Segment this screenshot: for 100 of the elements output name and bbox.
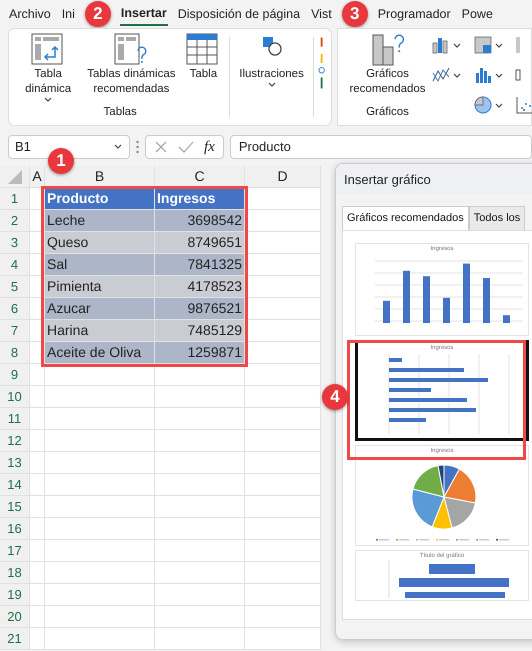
sheet-cell[interactable]	[30, 386, 45, 408]
formula-field[interactable]: Producto	[230, 135, 532, 159]
row-header[interactable]: 12	[0, 430, 30, 452]
row-header[interactable]: 21	[0, 628, 30, 650]
column-header[interactable]: A	[30, 166, 45, 188]
row-header[interactable]: 20	[0, 606, 30, 628]
row-header[interactable]: 7	[0, 320, 30, 342]
sheet-cell[interactable]	[245, 188, 321, 210]
sheet-cell[interactable]	[30, 408, 45, 430]
sheet-cell[interactable]	[30, 606, 45, 628]
row-header[interactable]: 6	[0, 298, 30, 320]
histogram-chart-button[interactable]	[473, 65, 503, 85]
treemap-chart-button[interactable]	[473, 35, 503, 55]
sheet-cell[interactable]	[30, 474, 45, 496]
column-chart-button[interactable]	[431, 35, 461, 55]
sheet-cell[interactable]	[155, 540, 245, 562]
ribbon-tab[interactable]: Programador	[376, 2, 452, 26]
row-header[interactable]: 16	[0, 518, 30, 540]
sheet-cell[interactable]	[45, 496, 155, 518]
sheet-cell[interactable]	[30, 364, 45, 386]
sheet-cell[interactable]	[155, 518, 245, 540]
sheet-cell[interactable]	[155, 628, 245, 650]
sheet-cell[interactable]	[30, 540, 45, 562]
sheet-cell[interactable]	[155, 364, 245, 386]
sheet-cell[interactable]	[245, 474, 321, 496]
sheet-cell[interactable]	[245, 254, 321, 276]
sheet-cell[interactable]	[30, 496, 45, 518]
ribbon-tab[interactable]: Disposición de página	[176, 2, 302, 26]
dialog-tab[interactable]: Todos los	[468, 206, 526, 230]
sheet-cell[interactable]	[245, 606, 321, 628]
cancel-icon[interactable]	[154, 140, 168, 154]
column-header[interactable]: D	[245, 166, 321, 188]
sheet-cell[interactable]	[245, 408, 321, 430]
row-header[interactable]: 18	[0, 562, 30, 584]
sheet-cell[interactable]	[245, 342, 321, 364]
sheet-cell[interactable]	[245, 496, 321, 518]
row-header[interactable]: 4	[0, 254, 30, 276]
sheet-cell[interactable]	[155, 408, 245, 430]
sheet-cell[interactable]	[245, 320, 321, 342]
sheet-cell[interactable]	[45, 562, 155, 584]
check-icon[interactable]	[178, 140, 194, 154]
sheet-cell[interactable]	[45, 386, 155, 408]
sheet-cell[interactable]	[45, 518, 155, 540]
ribbon-tab[interactable]: Insertar	[120, 2, 168, 26]
sheet-cell[interactable]	[245, 628, 321, 650]
row-header[interactable]: 11	[0, 408, 30, 430]
sheet-cell[interactable]	[155, 386, 245, 408]
row-header[interactable]: 14	[0, 474, 30, 496]
sheet-cell[interactable]	[245, 518, 321, 540]
sheet-cell[interactable]	[245, 298, 321, 320]
sheet-cell[interactable]	[245, 276, 321, 298]
ribbon-button[interactable]: Ilustraciones	[238, 33, 305, 88]
insert-function-button[interactable]: fx	[204, 136, 215, 158]
sheet-cell[interactable]	[245, 452, 321, 474]
sheet-cell[interactable]	[30, 562, 45, 584]
sheet-cell[interactable]	[155, 474, 245, 496]
ribbon-tab[interactable]: Vist	[310, 2, 333, 26]
ribbon-tab[interactable]: Powe	[460, 2, 494, 26]
caret-icon[interactable]	[114, 144, 123, 150]
sheet-cell[interactable]	[155, 606, 245, 628]
row-header[interactable]: 9	[0, 364, 30, 386]
ribbon-button[interactable]: Gráficos recomendados	[348, 33, 427, 97]
row-header[interactable]: 15	[0, 496, 30, 518]
sheet-cell[interactable]	[45, 540, 155, 562]
sheet-cell[interactable]	[30, 518, 45, 540]
ribbon-button[interactable]: Tabla dinámica	[19, 33, 78, 103]
sheet-cell[interactable]	[45, 606, 155, 628]
sheet-cell[interactable]	[45, 474, 155, 496]
row-header[interactable]: 5	[0, 276, 30, 298]
sheet-cell[interactable]	[30, 430, 45, 452]
sheet-cell[interactable]	[245, 232, 321, 254]
row-header[interactable]: 10	[0, 386, 30, 408]
sheet-cell[interactable]	[30, 584, 45, 606]
sheet-cell[interactable]	[155, 562, 245, 584]
sheet-cell[interactable]	[155, 430, 245, 452]
ribbon-button[interactable]: Tablas dinámicas recomendadas	[81, 33, 182, 97]
sheet-cell[interactable]	[30, 628, 45, 650]
row-header[interactable]: 1	[0, 188, 30, 210]
sheet-cell[interactable]	[245, 584, 321, 606]
pie-chart-button[interactable]	[473, 95, 503, 115]
sheet-cell[interactable]	[155, 496, 245, 518]
sheet-cell[interactable]	[245, 386, 321, 408]
select-all-icon[interactable]	[8, 170, 22, 184]
sheet-cell[interactable]	[45, 452, 155, 474]
sheet-cell[interactable]	[155, 584, 245, 606]
column-header[interactable]: C	[155, 166, 245, 188]
ribbon-tab[interactable]: Ini	[60, 2, 76, 26]
dialog-tab[interactable]: Gráficos recomendados	[342, 206, 469, 230]
sheet-cell[interactable]	[45, 628, 155, 650]
row-header[interactable]: 3	[0, 232, 30, 254]
sheet-cell[interactable]	[245, 562, 321, 584]
sheet-cell[interactable]	[45, 430, 155, 452]
sheet-cell[interactable]	[245, 540, 321, 562]
ribbon-button[interactable]: Tabla	[185, 33, 222, 82]
sheet-cell[interactable]	[155, 452, 245, 474]
sheet-cell[interactable]	[45, 408, 155, 430]
sheet-cell[interactable]	[245, 210, 321, 232]
sheet-cell[interactable]	[245, 364, 321, 386]
sheet-cell[interactable]	[245, 430, 321, 452]
row-header[interactable]: 8	[0, 342, 30, 364]
